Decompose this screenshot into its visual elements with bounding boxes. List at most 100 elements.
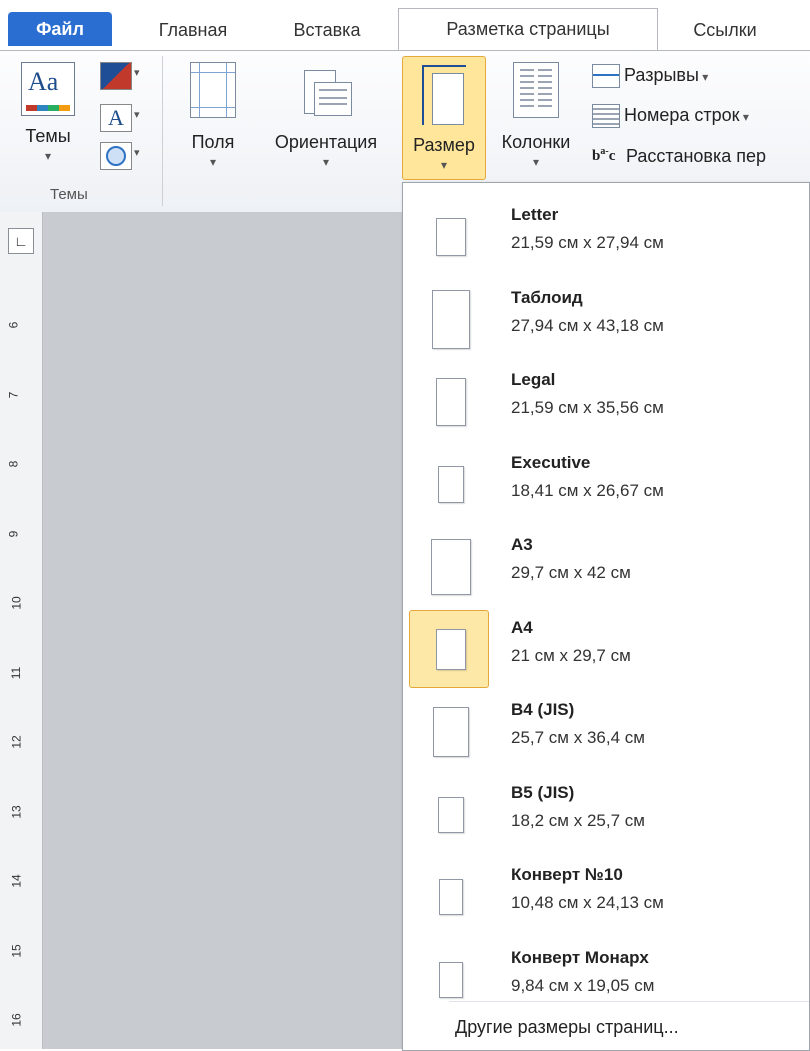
page-thumbnail-frame — [409, 940, 489, 1018]
tab-home[interactable]: Главная — [138, 10, 248, 50]
tab-selector-icon[interactable]: ∟ — [8, 228, 34, 254]
chevron-down-icon: ▾ — [739, 109, 749, 124]
page-size-icon — [422, 65, 466, 125]
ribbon-tabs: Файл Главная Вставка Разметка страницы С… — [0, 0, 810, 52]
chevron-down-icon: ▾ — [134, 67, 140, 79]
line-numbers-label: Номера строк — [624, 104, 740, 125]
more-page-sizes-item[interactable]: Другие размеры страниц... — [455, 1017, 679, 1038]
columns-button[interactable]: Колонки ▾ — [490, 62, 582, 169]
chevron-down-icon: ▾ — [440, 158, 448, 172]
themes-group-label: Темы — [50, 186, 88, 203]
page-thumbnail-icon — [435, 377, 467, 427]
page-size-name: A4 — [511, 617, 533, 637]
chevron-down-icon: ▾ — [134, 109, 140, 121]
page-size-name: A3 — [511, 535, 533, 554]
page-size-dimensions: 21 см x 29,7 см — [511, 645, 631, 665]
orientation-icon — [300, 62, 352, 120]
page-size-dimensions: 27,94 см x 43,18 см — [511, 315, 664, 335]
page-size-item[interactable]: Letter 21,59 см x 27,94 см — [409, 197, 805, 277]
page-thumbnail-icon — [438, 466, 464, 503]
page-size-name: Executive — [511, 452, 591, 472]
columns-label: Колонки — [501, 132, 571, 152]
ruler-number: 9 — [6, 530, 21, 537]
font-a-icon: A — [100, 104, 132, 132]
hyphenation-label: Расстановка пер — [626, 146, 767, 166]
page-thumbnail-icon — [436, 629, 466, 670]
group-separator — [162, 56, 163, 206]
breaks-button[interactable]: Разрывы ▾ — [592, 64, 708, 88]
margins-button[interactable]: Поля ▾ — [180, 62, 246, 169]
tab-file[interactable]: Файл — [8, 12, 112, 46]
page-size-dimensions: 21,59 см x 27,94 см — [511, 233, 664, 252]
menu-separator — [449, 1001, 809, 1002]
page-size-name: B4 (JIS) — [511, 700, 575, 719]
orientation-label: Ориентация — [274, 132, 378, 152]
page-thumbnail-icon — [439, 879, 463, 915]
page-size-name: B5 (JIS) — [511, 782, 575, 802]
hyphenation-icon: ba-c — [592, 146, 616, 165]
page-thumbnail-icon — [433, 707, 469, 757]
page-size-name: Конверт №10 — [511, 865, 623, 884]
page-size-dropdown: Letter 21,59 см x 27,94 см Таблоид 27,94 см… — [402, 182, 810, 1051]
page-size-name: Конверт Монарх — [511, 947, 649, 967]
tab-insert[interactable]: Вставка — [272, 10, 382, 50]
ruler-number: 14 — [9, 874, 24, 888]
page-size-dimensions: 18,41 см x 26,67 см — [511, 480, 664, 500]
ruler-number: 6 — [6, 321, 21, 329]
page-thumbnail-icon — [431, 290, 471, 349]
page-size-dimensions: 9,84 см x 19,05 см — [511, 975, 655, 995]
ruler-number: 15 — [9, 943, 24, 958]
page-thumbnail-frame — [409, 692, 489, 770]
ruler-number: 16 — [9, 1013, 24, 1027]
page-size-item[interactable]: Executive 18,41 см x 26,67 см — [409, 445, 805, 525]
page-size-name: Таблоид — [511, 287, 583, 307]
document-background — [43, 212, 403, 1049]
page-size-item[interactable]: Конверт Монарх 9,84 см x 19,05 см — [409, 940, 805, 1020]
tab-references[interactable]: Ссылки — [670, 10, 780, 50]
page-size-item[interactable]: Таблоид 27,94 см x 43,18 см — [409, 280, 805, 360]
page-thumbnail-icon — [430, 538, 472, 596]
margins-label: Поля — [191, 132, 235, 152]
themes-label: Темы — [25, 126, 71, 146]
themes-icon: Aa — [21, 62, 75, 116]
page-size-item[interactable]: Legal 21,59 см x 35,56 см — [409, 362, 805, 442]
theme-colors-button[interactable]: ▾ — [100, 62, 144, 90]
page-size-item[interactable]: Конверт №10 10,48 см x 24,13 см — [409, 857, 805, 937]
chevron-down-icon: ▾ — [532, 155, 540, 169]
page-size-name: Legal — [511, 370, 556, 389]
theme-effects-button[interactable]: ▾ — [100, 142, 144, 170]
ruler-number: 7 — [6, 391, 21, 398]
breaks-icon — [592, 64, 620, 88]
page-size-item[interactable]: B4 (JIS) 25,7 см x 36,4 см — [409, 692, 805, 772]
columns-icon — [513, 62, 559, 118]
page-thumbnail-frame — [409, 527, 489, 605]
orientation-button[interactable]: Ориентация ▾ — [258, 62, 394, 169]
color-palette-icon — [100, 62, 132, 90]
page-thumbnail-frame — [409, 362, 489, 440]
tab-page-layout[interactable]: Разметка страницы — [398, 8, 658, 52]
page-thumbnail-frame — [409, 445, 489, 523]
page-thumbnail-frame — [409, 280, 489, 358]
page-size-dimensions: 25,7 см x 36,4 см — [511, 728, 645, 747]
ruler-number: 8 — [6, 460, 21, 468]
themes-button[interactable]: Aa Темы ▾ — [14, 62, 82, 163]
size-button[interactable]: Размер ▾ — [402, 56, 486, 180]
ruler-number: 13 — [9, 804, 24, 819]
page-size-name: Letter — [511, 205, 559, 224]
page-thumbnail-frame — [409, 857, 489, 935]
page-thumbnail-frame — [409, 609, 489, 688]
page-size-dimensions: 18,2 см x 25,7 см — [511, 810, 645, 830]
page-size-item[interactable]: B5 (JIS) 18,2 см x 25,7 см — [409, 775, 805, 855]
line-numbers-button[interactable]: Номера строк ▾ — [592, 104, 749, 128]
ruler-number: 12 — [9, 735, 24, 749]
page-size-item[interactable]: A4 21 см x 29,7 см — [409, 609, 805, 690]
page-size-dimensions: 29,7 см x 42 см — [511, 563, 631, 582]
line-numbers-icon — [592, 104, 620, 128]
theme-fonts-button[interactable]: A ▾ — [100, 104, 144, 132]
chevron-down-icon: ▾ — [209, 155, 217, 169]
page-size-dimensions: 21,59 см x 35,56 см — [511, 398, 664, 417]
page-size-item[interactable]: A3 29,7 см x 42 см — [409, 527, 805, 607]
chevron-down-icon: ▾ — [322, 155, 330, 169]
hyphenation-button[interactable]: ba-c Расстановка пер — [592, 146, 766, 168]
chevron-down-icon: ▾ — [698, 69, 709, 84]
